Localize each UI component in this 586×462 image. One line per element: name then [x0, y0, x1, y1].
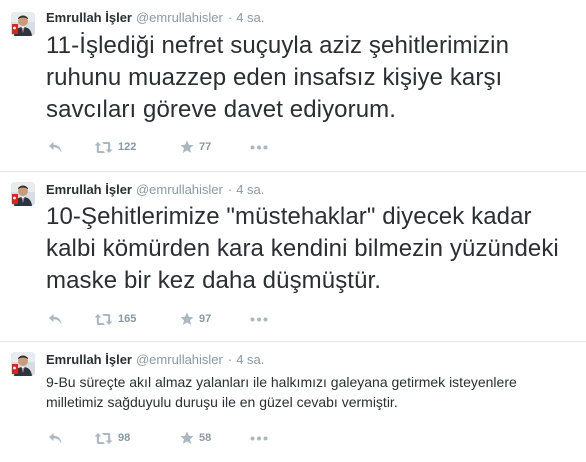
retweet-button[interactable]: 122 — [94, 139, 136, 155]
separator: · — [227, 10, 233, 25]
more-dots-icon — [250, 145, 268, 149]
tweet-1[interactable]: Emrullah İşler @emrullahisler · 4 sa. 11-İş… — [0, 0, 586, 172]
favorite-count: 77 — [199, 141, 212, 153]
star-icon — [180, 140, 194, 153]
favorite-button[interactable]: 97 — [180, 311, 211, 327]
separator: · — [227, 352, 233, 367]
retweet-count: 98 — [118, 432, 131, 444]
retweet-button[interactable]: 165 — [94, 311, 136, 327]
reply-button[interactable] — [48, 430, 63, 446]
separator: · — [227, 182, 233, 197]
tweet-3[interactable]: Emrullah İşler @emrullahisler · 4 sa. 9-Bu … — [0, 342, 586, 462]
user-handle[interactable]: @emrullahisler — [136, 352, 223, 367]
more-button[interactable] — [250, 430, 268, 446]
favorite-count: 58 — [199, 432, 212, 444]
favorite-button[interactable]: 77 — [180, 139, 211, 155]
tweet-text: 10-Şehitlerimize "müstehaklar" diyecek k… — [46, 203, 559, 294]
timestamp[interactable]: 4 sa. — [236, 10, 264, 25]
reply-button[interactable] — [48, 139, 63, 155]
tweet-2[interactable]: Emrullah İşler @emrullahisler · 4 sa. 10-Şe… — [0, 172, 586, 342]
tweet-actions: 165 97 — [48, 311, 288, 327]
more-button[interactable] — [250, 311, 268, 327]
retweet-icon — [94, 432, 113, 444]
user-name[interactable]: Emrullah İşler — [46, 352, 132, 367]
retweet-icon — [94, 313, 113, 325]
user-handle[interactable]: @emrullahisler — [136, 182, 223, 197]
favorite-count: 97 — [199, 313, 212, 325]
more-dots-icon — [250, 317, 268, 321]
retweet-button[interactable]: 98 — [94, 430, 130, 446]
more-dots-icon — [250, 436, 268, 440]
avatar[interactable] — [11, 352, 35, 376]
favorite-button[interactable]: 58 — [180, 430, 211, 446]
star-icon — [180, 312, 194, 325]
reply-icon — [49, 432, 62, 443]
user-handle[interactable]: @emrullahisler — [136, 10, 223, 25]
timestamp[interactable]: 4 sa. — [236, 182, 264, 197]
tweet-header: Emrullah İşler @emrullahisler · 4 sa. — [46, 352, 264, 368]
reply-button[interactable] — [48, 311, 63, 327]
reply-icon — [49, 313, 62, 324]
tweet-text: 9-Bu süreçte akıl almaz yalanları ile ha… — [46, 374, 517, 410]
retweet-icon — [94, 141, 113, 153]
star-icon — [180, 431, 194, 444]
reply-icon — [49, 141, 62, 152]
tweet-actions: 122 77 — [48, 139, 288, 155]
tweet-actions: 98 58 — [48, 430, 288, 446]
more-button[interactable] — [250, 139, 268, 155]
user-name[interactable]: Emrullah İşler — [46, 10, 132, 25]
tweet-text: 11-İşlediği nefret suçuyla aziz şehitler… — [46, 32, 510, 123]
retweet-count: 165 — [118, 313, 137, 325]
tweet-header: Emrullah İşler @emrullahisler · 4 sa. — [46, 10, 264, 26]
retweet-count: 122 — [118, 141, 137, 153]
tweet-header: Emrullah İşler @emrullahisler · 4 sa. — [46, 182, 264, 198]
avatar[interactable] — [11, 182, 35, 206]
user-name[interactable]: Emrullah İşler — [46, 182, 132, 197]
timestamp[interactable]: 4 sa. — [236, 352, 264, 367]
avatar[interactable] — [11, 12, 35, 36]
